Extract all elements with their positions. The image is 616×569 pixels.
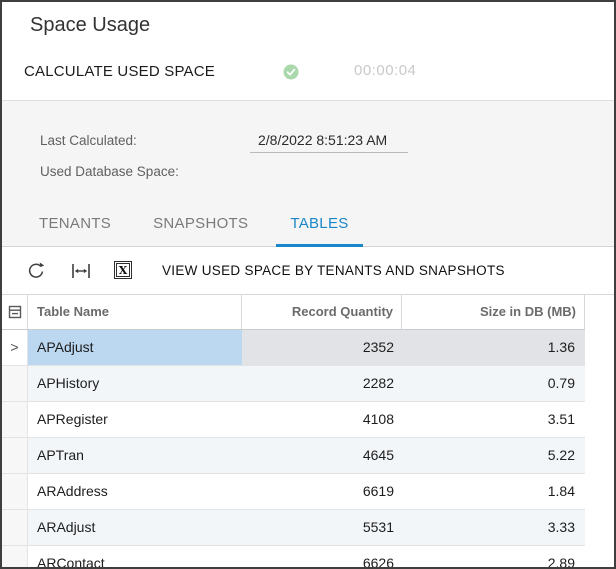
cell-size-in-db: 3.51: [402, 402, 585, 437]
cell-table-name: ARAddress: [28, 474, 242, 509]
field-value[interactable]: 2/8/2022 8:51:23 AM: [250, 129, 408, 153]
row-indicator-cell: >: [2, 330, 28, 365]
table-row[interactable]: > APAdjust 2352 1.36: [2, 330, 585, 366]
cell-record-quantity: 4645: [242, 438, 402, 473]
summary-field-row: Last Calculated: 2/8/2022 8:51:23 AM: [2, 129, 614, 153]
table-row[interactable]: APRegister 4108 3.51: [2, 402, 585, 438]
row-indicator-cell: [2, 402, 28, 437]
cell-table-name: ARContact: [28, 546, 242, 569]
fit-width-icon[interactable]: [70, 261, 92, 281]
cell-size-in-db: 5.22: [402, 438, 585, 473]
cell-table-name: ARAdjust: [28, 510, 242, 545]
table-row[interactable]: APTran 4645 5.22: [2, 438, 585, 474]
cell-table-name: APHistory: [28, 366, 242, 401]
field-label: Last Calculated:: [40, 129, 137, 153]
summary-field-row: Used Database Space:: [2, 160, 614, 184]
tab-tenants[interactable]: TENANTS: [27, 206, 123, 246]
cell-record-quantity: 6619: [242, 474, 402, 509]
action-bar: CALCULATE USED SPACE 00:00:04: [2, 60, 614, 84]
row-settings-icon[interactable]: [2, 295, 28, 329]
row-indicator-cell: [2, 546, 28, 569]
cell-table-name: APAdjust: [28, 330, 242, 365]
row-indicator-cell: [2, 510, 28, 545]
grid-header-row: Table Name Record Quantity Size in DB (M…: [2, 295, 585, 330]
cell-table-name: APRegister: [28, 402, 242, 437]
field-label: Used Database Space:: [40, 160, 179, 184]
row-indicator-cell: [2, 438, 28, 473]
table-row[interactable]: ARContact 6626 2.89: [2, 546, 585, 569]
table-row[interactable]: ARAddress 6619 1.84: [2, 474, 585, 510]
summary-panel: Last Calculated: 2/8/2022 8:51:23 AM Use…: [2, 100, 614, 247]
refresh-icon[interactable]: [26, 261, 48, 281]
tab-label: TABLES: [290, 215, 348, 232]
cell-size-in-db: 1.84: [402, 474, 585, 509]
row-indicator-cell: [2, 366, 28, 401]
calculate-used-space-button[interactable]: CALCULATE USED SPACE: [24, 60, 215, 84]
cell-size-in-db: 0.79: [402, 366, 585, 401]
column-header-record-quantity[interactable]: Record Quantity: [242, 295, 402, 329]
grid-toolbar: X VIEW USED SPACE BY TENANTS AND SNAPSHO…: [2, 247, 614, 295]
cell-record-quantity: 2282: [242, 366, 402, 401]
tab-tables[interactable]: TABLES: [278, 206, 360, 246]
view-used-space-caption[interactable]: VIEW USED SPACE BY TENANTS AND SNAPSHOTS: [162, 247, 505, 295]
elapsed-time: 00:00:04: [354, 62, 416, 79]
cell-size-in-db: 1.36: [402, 330, 585, 365]
column-header-size-in-db[interactable]: Size in DB (MB): [402, 295, 585, 329]
table-row[interactable]: ARAdjust 5531 3.33: [2, 510, 585, 546]
tab-snapshots[interactable]: SNAPSHOTS: [141, 206, 260, 246]
excel-x-glyph: X: [114, 261, 132, 279]
current-row-chevron: >: [10, 339, 18, 355]
cell-size-in-db: 2.89: [402, 546, 585, 569]
success-check-icon: [283, 64, 299, 80]
page-title: Space Usage: [30, 14, 150, 37]
cell-table-name: APTran: [28, 438, 242, 473]
grid-body: > APAdjust 2352 1.36 APHistory 2282 0.79…: [2, 330, 585, 569]
space-usage-window: Space Usage CALCULATE USED SPACE 00:00:0…: [0, 0, 616, 569]
cell-record-quantity: 2352: [242, 330, 402, 365]
tab-label: SNAPSHOTS: [153, 215, 248, 232]
row-indicator-cell: [2, 474, 28, 509]
tab-strip: TENANTS SNAPSHOTS TABLES: [2, 206, 614, 246]
cell-record-quantity: 6626: [242, 546, 402, 569]
cell-record-quantity: 4108: [242, 402, 402, 437]
cell-size-in-db: 3.33: [402, 510, 585, 545]
column-header-table-name[interactable]: Table Name: [28, 295, 242, 329]
tab-label: TENANTS: [39, 215, 111, 232]
cell-record-quantity: 5531: [242, 510, 402, 545]
table-row[interactable]: APHistory 2282 0.79: [2, 366, 585, 402]
export-excel-icon[interactable]: X: [114, 260, 136, 280]
